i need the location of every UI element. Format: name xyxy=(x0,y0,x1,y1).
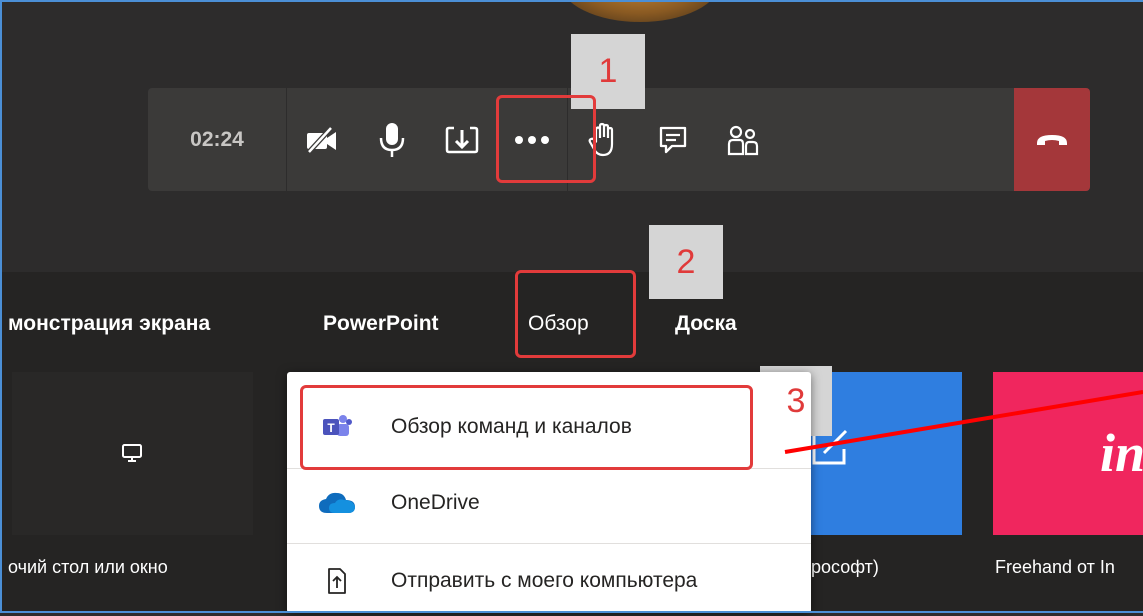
menu-item-label: Отправить с моего компьютера xyxy=(391,569,698,592)
menu-item-label: OneDrive xyxy=(391,491,480,514)
participant-video xyxy=(560,0,720,22)
menu-divider xyxy=(287,543,811,544)
monitor-icon xyxy=(121,442,143,464)
whiteboard-caption: рософт) xyxy=(811,557,879,577)
upload-file-icon xyxy=(313,567,361,595)
tab-whiteboard[interactable]: Доска xyxy=(675,312,737,336)
desktop-window-caption: очий стол или окно xyxy=(8,557,168,577)
menu-item-onedrive[interactable]: OneDrive xyxy=(287,468,811,538)
highlight-browse-tab xyxy=(515,270,636,358)
participants-icon xyxy=(726,124,760,156)
tab-powerpoint[interactable]: PowerPoint xyxy=(323,312,439,336)
mic-toggle-button[interactable] xyxy=(357,88,427,191)
hang-up-icon xyxy=(1035,132,1069,148)
participants-button[interactable] xyxy=(708,88,778,191)
callout-3: 3 xyxy=(786,381,806,420)
call-timer: 02:24 xyxy=(148,88,287,191)
share-tray-icon xyxy=(445,124,479,156)
onedrive-icon xyxy=(313,491,361,515)
camera-off-icon xyxy=(305,125,339,154)
freehand-tile[interactable]: in xyxy=(993,372,1143,535)
desktop-window-tile[interactable] xyxy=(12,372,253,535)
freehand-logo: in xyxy=(1100,423,1143,483)
chat-icon xyxy=(658,125,688,155)
callout-2: 2 xyxy=(649,225,723,299)
freehand-caption: Freehand от In xyxy=(995,557,1115,577)
chat-button[interactable] xyxy=(638,88,708,191)
camera-toggle-button[interactable] xyxy=(287,88,357,191)
highlight-browse-teams xyxy=(300,385,753,470)
highlight-share-button xyxy=(496,95,596,183)
hang-up-button[interactable] xyxy=(1014,88,1090,191)
share-tray-button[interactable] xyxy=(427,88,497,191)
microphone-icon xyxy=(379,122,405,158)
menu-item-upload-from-computer[interactable]: Отправить с моего компьютера xyxy=(287,546,811,616)
tab-screen-share[interactable]: монстрация экрана xyxy=(8,312,210,336)
